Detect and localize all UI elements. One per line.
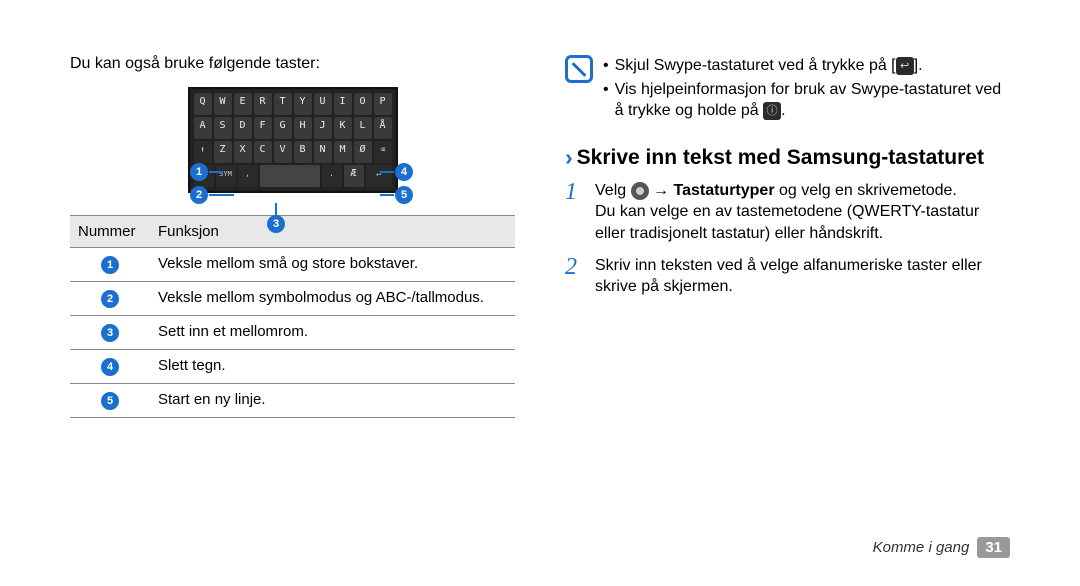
table-row: 3 Sett inn et mellomrom. <box>70 316 515 350</box>
left-column: Du kan også bruke følgende taster: 1 2 3… <box>70 55 515 418</box>
table-row: 5 Start en ny linje. <box>70 384 515 418</box>
kb-key: A <box>194 117 212 139</box>
row-func-3: Sett inn et mellomrom. <box>150 316 515 350</box>
kb-key: N <box>314 141 332 163</box>
shift-key-icon: ⬆ <box>194 141 212 163</box>
kb-key: W <box>214 93 232 115</box>
comma-key: , <box>238 165 258 187</box>
step-number-2: 2 <box>565 255 585 298</box>
enter-key-icon: ↵ <box>366 165 392 187</box>
note-line-1: Skjul Swype-tastaturet ved å trykke på [… <box>615 55 923 77</box>
note-line-2: Vis hjelpeinformasjon for bruk av Swype-… <box>615 79 1010 122</box>
kb-key: R <box>254 93 272 115</box>
page-footer: Komme i gang 31 <box>873 537 1010 558</box>
callout-line-5 <box>380 194 394 196</box>
callout-line-3 <box>275 203 277 217</box>
delete-key-icon: ⌫ <box>374 141 392 163</box>
kb-key: G <box>274 117 292 139</box>
row-badge-4: 4 <box>101 358 119 376</box>
row-func-4: Slett tegn. <box>150 350 515 384</box>
kb-key: P <box>374 93 392 115</box>
kb-key: O <box>354 93 372 115</box>
kb-key: Ø <box>354 141 372 163</box>
callout-line-2 <box>209 194 234 196</box>
kb-key: T <box>274 93 292 115</box>
row-badge-1: 1 <box>101 256 119 274</box>
callout-4: 4 <box>395 163 413 181</box>
kb-key: Y <box>294 93 312 115</box>
kb-key: H <box>294 117 312 139</box>
kb-key: F <box>254 117 272 139</box>
kb-key: Q <box>194 93 212 115</box>
dot-key: . <box>322 165 342 187</box>
right-column: Skjul Swype-tastaturet ved å trykke på [… <box>565 55 1010 418</box>
gear-icon <box>631 182 649 200</box>
callout-line-4 <box>380 171 394 173</box>
kb-key: Z <box>214 141 232 163</box>
note-box: Skjul Swype-tastaturet ved å trykke på [… <box>565 55 1010 124</box>
intro-text: Du kan også bruke følgende taster: <box>70 55 515 73</box>
table-row: 2 Veksle mellom symbolmodus og ABC-/tall… <box>70 282 515 316</box>
section-heading: › Skrive inn tekst med Samsung-tastature… <box>565 146 1010 170</box>
kb-key: V <box>274 141 292 163</box>
table-row: 4 Slett tegn. <box>70 350 515 384</box>
callout-2: 2 <box>190 186 208 204</box>
step-number-1: 1 <box>565 180 585 245</box>
row-badge-2: 2 <box>101 290 119 308</box>
swype-info-icon: ⓘ <box>763 102 781 120</box>
table-row: 1 Veksle mellom små og store bokstaver. <box>70 248 515 282</box>
row-badge-3: 3 <box>101 324 119 342</box>
kb-key: C <box>254 141 272 163</box>
kb-key: Å <box>374 117 392 139</box>
kb-key: I <box>334 93 352 115</box>
keyboard-graphic: Q W E R T Y U I O P A S D F G H <box>188 87 398 193</box>
table-header-func: Funksjon <box>150 216 515 248</box>
kb-key: J <box>314 117 332 139</box>
kb-key: E <box>234 93 252 115</box>
row-func-1: Veksle mellom små og store bokstaver. <box>150 248 515 282</box>
keyboard-figure: 1 2 3 4 5 Q W E R T Y U I O <box>70 87 515 193</box>
bullet-dot <box>603 55 609 77</box>
callout-line-1 <box>209 171 223 173</box>
kb-key: K <box>334 117 352 139</box>
row-func-5: Start en ny linje. <box>150 384 515 418</box>
space-key <box>260 165 320 187</box>
row-func-2: Veksle mellom symbolmodus og ABC-/tallmo… <box>150 282 515 316</box>
kb-key: M <box>334 141 352 163</box>
footer-section-label: Komme i gang <box>873 539 970 556</box>
page-number: 31 <box>977 537 1010 558</box>
sym-key: SYM <box>216 165 236 187</box>
table-header-num: Nummer <box>70 216 150 248</box>
back-key-icon: ↩ <box>896 57 914 75</box>
kb-key: X <box>234 141 252 163</box>
step-2: 2 Skriv inn teksten ved å velge alfanume… <box>565 255 1010 298</box>
step-1: 1 Velg → Tastaturtyper og velg en skrive… <box>565 180 1010 245</box>
kb-key: Æ <box>344 165 364 187</box>
callout-1: 1 <box>190 163 208 181</box>
bullet-dot <box>603 79 609 122</box>
kb-key: D <box>234 117 252 139</box>
kb-key: B <box>294 141 312 163</box>
step-1-detail: Du kan velge en av tastemetodene (QWERTY… <box>595 201 1010 244</box>
note-icon <box>565 55 593 83</box>
callout-3: 3 <box>267 215 285 233</box>
chevron-right-icon: › <box>565 146 573 169</box>
row-badge-5: 5 <box>101 392 119 410</box>
kb-key: U <box>314 93 332 115</box>
kb-key: S <box>214 117 232 139</box>
function-table: Nummer Funksjon 1 Veksle mellom små og s… <box>70 215 515 418</box>
callout-5: 5 <box>395 186 413 204</box>
kb-key: L <box>354 117 372 139</box>
